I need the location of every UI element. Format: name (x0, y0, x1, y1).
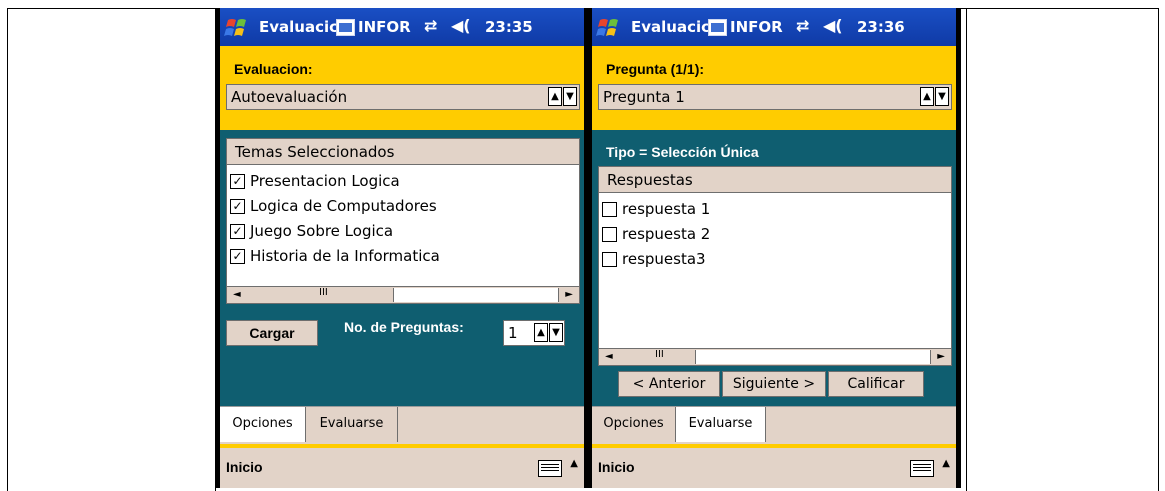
scroll-left-icon[interactable]: ◄ (233, 289, 241, 300)
title-bar: Evaluacic INFOR ⇄ ◀( 23:36 (592, 8, 956, 46)
start-bar: Inicio ▲ (220, 444, 584, 488)
windows-logo-icon[interactable] (596, 17, 624, 39)
start-button[interactable]: Inicio (598, 459, 635, 475)
left-device-screen: Evaluacic INFOR ⇄ ◀( 23:35 Evaluacion: A… (216, 8, 589, 488)
keyboard-icon[interactable] (538, 460, 562, 477)
horizontal-scrollbar[interactable]: ◄ III ► (599, 348, 951, 365)
windows-logo-icon[interactable] (224, 17, 252, 39)
question-select[interactable]: Pregunta 1 ▲ ▼ (598, 84, 952, 110)
network-icon[interactable] (336, 19, 355, 36)
list-item-label: respuesta 2 (622, 225, 711, 243)
header-panel: Evaluacion: Autoevaluación ▲ ▼ (220, 46, 584, 130)
question-count-input[interactable]: 1 ▲ ▼ (503, 320, 565, 346)
frame-left-line (7, 8, 8, 491)
list-item-label: Presentacion Logica (250, 172, 400, 190)
input-menu-arrow-icon[interactable]: ▲ (942, 458, 950, 469)
input-menu-arrow-icon[interactable]: ▲ (570, 458, 578, 469)
scroll-grip-icon[interactable]: III (655, 349, 664, 360)
checkbox[interactable] (602, 227, 617, 242)
scroll-left-icon[interactable]: ◄ (605, 351, 613, 362)
horizontal-scrollbar[interactable]: ◄ III ► (227, 286, 579, 303)
question-type-label: Tipo = Selección Única (606, 144, 759, 160)
clock[interactable]: 23:36 (857, 18, 905, 36)
topics-list[interactable]: Temas Seleccionados ✓ Presentacion Logic… (226, 138, 580, 304)
list-item-label: Juego Sobre Logica (250, 222, 394, 240)
scroll-right-icon[interactable]: ► (937, 351, 945, 362)
start-bar: Inicio ▲ (592, 444, 956, 488)
question-count-label: No. de Preguntas: (344, 319, 464, 335)
scroll-right-icon[interactable]: ► (565, 289, 573, 300)
evaluacion-select-value: Autoevaluación (231, 88, 348, 106)
checkbox[interactable] (602, 202, 617, 217)
volume-icon[interactable]: ◀( (451, 16, 471, 35)
frame-right-line (1158, 8, 1159, 491)
checkbox[interactable]: ✓ (230, 224, 245, 239)
volume-icon[interactable]: ◀( (823, 16, 843, 35)
tab-opciones[interactable]: Opciones (220, 407, 306, 442)
keyboard-icon[interactable] (910, 460, 934, 477)
checkbox[interactable]: ✓ (230, 199, 245, 214)
list-item-label: respuesta 1 (622, 200, 711, 218)
network-icon[interactable] (708, 19, 727, 36)
answers-list[interactable]: Respuestas respuesta 1 respuesta 2 respu… (598, 166, 952, 366)
list-item-label: respuesta3 (622, 250, 706, 268)
spin-up-icon[interactable]: ▲ (548, 87, 562, 106)
scroll-track[interactable] (393, 288, 559, 302)
tab-evaluarse[interactable]: Evaluarse (676, 407, 766, 442)
load-button[interactable]: Cargar (226, 320, 318, 346)
window-title: Evaluacic (259, 18, 339, 36)
checkbox[interactable]: ✓ (230, 174, 245, 189)
header-panel: Pregunta (1/1): Pregunta 1 ▲ ▼ (592, 46, 956, 130)
question-count-value: 1 (508, 324, 518, 342)
next-button[interactable]: Siguiente > (722, 371, 826, 397)
content-area: Tipo = Selección Única Respuestas respue… (592, 130, 956, 406)
tab-opciones[interactable]: Opciones (592, 407, 676, 442)
title-info: INFOR (730, 18, 783, 36)
spin-down-icon[interactable]: ▼ (549, 323, 563, 342)
right-device-screen: Evaluacic INFOR ⇄ ◀( 23:36 Pregunta (1/1… (588, 8, 961, 488)
start-button[interactable]: Inicio (226, 459, 263, 475)
grade-button[interactable]: Calificar (828, 371, 924, 397)
sync-icon[interactable]: ⇄ (424, 16, 437, 35)
frame-middle-line-right (966, 8, 967, 491)
title-info: INFOR (358, 18, 411, 36)
list-item-label: Historia de la Informatica (250, 247, 440, 265)
previous-button[interactable]: < Anterior (618, 371, 720, 397)
title-bar: Evaluacic INFOR ⇄ ◀( 23:35 (220, 8, 584, 46)
clock[interactable]: 23:35 (485, 18, 533, 36)
scroll-grip-icon[interactable]: III (319, 287, 328, 298)
evaluacion-label: Evaluacion: (234, 61, 313, 77)
sync-icon[interactable]: ⇄ (796, 16, 809, 35)
checkbox[interactable] (602, 252, 617, 267)
tab-evaluarse[interactable]: Evaluarse (306, 407, 398, 442)
question-label: Pregunta (1/1): (606, 61, 705, 77)
spin-up-icon[interactable]: ▲ (920, 87, 934, 106)
tab-bar: Opciones Evaluarse (220, 406, 584, 445)
tab-bar: Opciones Evaluarse (592, 406, 956, 445)
spin-up-icon[interactable]: ▲ (534, 323, 548, 342)
spin-down-icon[interactable]: ▼ (563, 87, 577, 106)
scroll-track[interactable] (695, 350, 931, 364)
content-area: Temas Seleccionados ✓ Presentacion Logic… (220, 130, 584, 406)
spin-down-icon[interactable]: ▼ (935, 87, 949, 106)
evaluacion-select[interactable]: Autoevaluación ▲ ▼ (226, 84, 580, 110)
list-item-label: Logica de Computadores (250, 197, 437, 215)
answers-list-header[interactable]: Respuestas (599, 167, 951, 193)
checkbox[interactable]: ✓ (230, 249, 245, 264)
window-title: Evaluacic (631, 18, 711, 36)
question-select-value: Pregunta 1 (603, 88, 685, 106)
topics-list-header[interactable]: Temas Seleccionados (227, 139, 579, 165)
